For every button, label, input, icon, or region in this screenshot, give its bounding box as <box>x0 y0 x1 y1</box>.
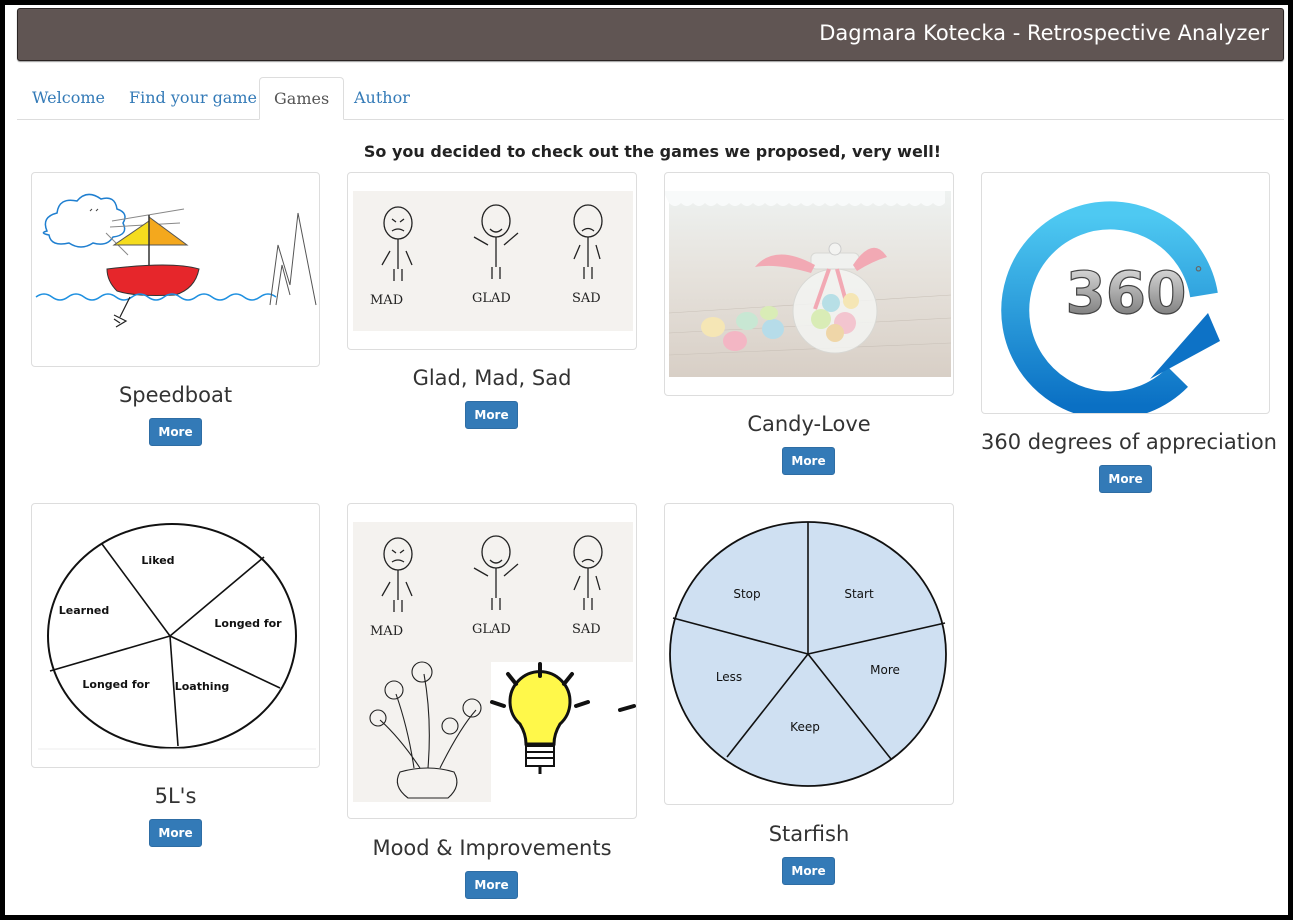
candy-jar-image <box>665 191 952 377</box>
more-button-360[interactable]: More <box>1099 465 1152 493</box>
app-title: Dagmara Kotecka - Retrospective Analyzer <box>819 21 1269 45</box>
mood-improvements-thumbnail[interactable]: MAD GLAD SAD <box>347 503 637 819</box>
starfish-thumbnail[interactable]: Stop Start Less More Keep <box>664 503 954 805</box>
glad-label: GLAD <box>472 291 511 306</box>
starfish-circle-image: Stop Start Less More Keep <box>669 521 947 787</box>
sad-label: SAD <box>572 291 601 306</box>
5ls-label-learned: Learned <box>59 604 109 617</box>
5ls-pie-image: Liked Learned Longed for Longed for Loat… <box>38 523 316 750</box>
page-intro: So you decided to check out the games we… <box>363 142 942 161</box>
game-title-starfish: Starfish <box>768 822 850 846</box>
more-button-candy-love[interactable]: More <box>782 447 835 475</box>
glad-mad-sad-image: MAD GLAD SAD <box>353 191 633 331</box>
game-title-candy-love: Candy-Love <box>747 412 871 436</box>
mood-improvements-image: MAD GLAD SAD <box>353 522 636 802</box>
mood-sad-label: SAD <box>572 622 601 637</box>
more-button-starfish[interactable]: More <box>782 857 835 885</box>
game-title-mood-improvements: Mood & Improvements <box>372 836 612 860</box>
degree-symbol: ° <box>1194 263 1203 284</box>
more-button-5ls[interactable]: More <box>149 819 202 847</box>
tab-find-your-game[interactable]: Find your game <box>129 77 257 119</box>
5ls-thumbnail[interactable]: Liked Learned Longed for Longed for Loat… <box>31 503 320 768</box>
more-button-glad-mad-sad[interactable]: More <box>465 401 518 429</box>
nav-tabs: Welcome Find your game Games Author <box>17 77 1284 120</box>
mood-mad-label: MAD <box>370 624 403 639</box>
game-title-5ls: 5L's <box>154 784 197 808</box>
glad-mad-sad-thumbnail[interactable]: MAD GLAD SAD <box>347 172 637 350</box>
page: Dagmara Kotecka - Retrospective Analyzer… <box>5 5 1288 915</box>
mad-label: MAD <box>370 293 403 308</box>
starfish-label-keep: Keep <box>790 720 820 734</box>
tab-welcome[interactable]: Welcome <box>32 77 105 119</box>
lightbulb-icon <box>490 662 636 774</box>
5ls-label-longed-for-left: Longed for <box>82 678 150 691</box>
candy-love-thumbnail[interactable] <box>664 172 954 396</box>
360-arrow-image: 360 ° <box>1001 201 1220 413</box>
starfish-label-stop: Stop <box>733 587 760 601</box>
speedboat-thumbnail[interactable] <box>31 172 320 367</box>
5ls-label-loathing: Loathing <box>175 680 230 693</box>
app-header: Dagmara Kotecka - Retrospective Analyzer <box>17 8 1284 61</box>
game-title-360: 360 degrees of appreciation <box>981 430 1277 454</box>
tab-author[interactable]: Author <box>354 77 410 119</box>
360-text: 360 <box>1065 259 1186 327</box>
5ls-label-longed-for-right: Longed for <box>214 617 282 630</box>
more-button-mood-improvements[interactable]: More <box>465 871 518 899</box>
game-title-speedboat: Speedboat <box>118 383 233 407</box>
game-title-glad-mad-sad: Glad, Mad, Sad <box>412 366 572 390</box>
speedboat-image <box>35 193 317 328</box>
more-button-speedboat[interactable]: More <box>149 418 202 446</box>
360-thumbnail[interactable]: 360 ° <box>981 172 1270 414</box>
5ls-label-liked: Liked <box>141 554 174 567</box>
mood-glad-label: GLAD <box>472 622 511 637</box>
starfish-label-more: More <box>870 663 900 677</box>
tab-games[interactable]: Games <box>259 77 345 120</box>
starfish-label-less: Less <box>716 670 742 684</box>
starfish-label-start: Start <box>844 587 874 601</box>
